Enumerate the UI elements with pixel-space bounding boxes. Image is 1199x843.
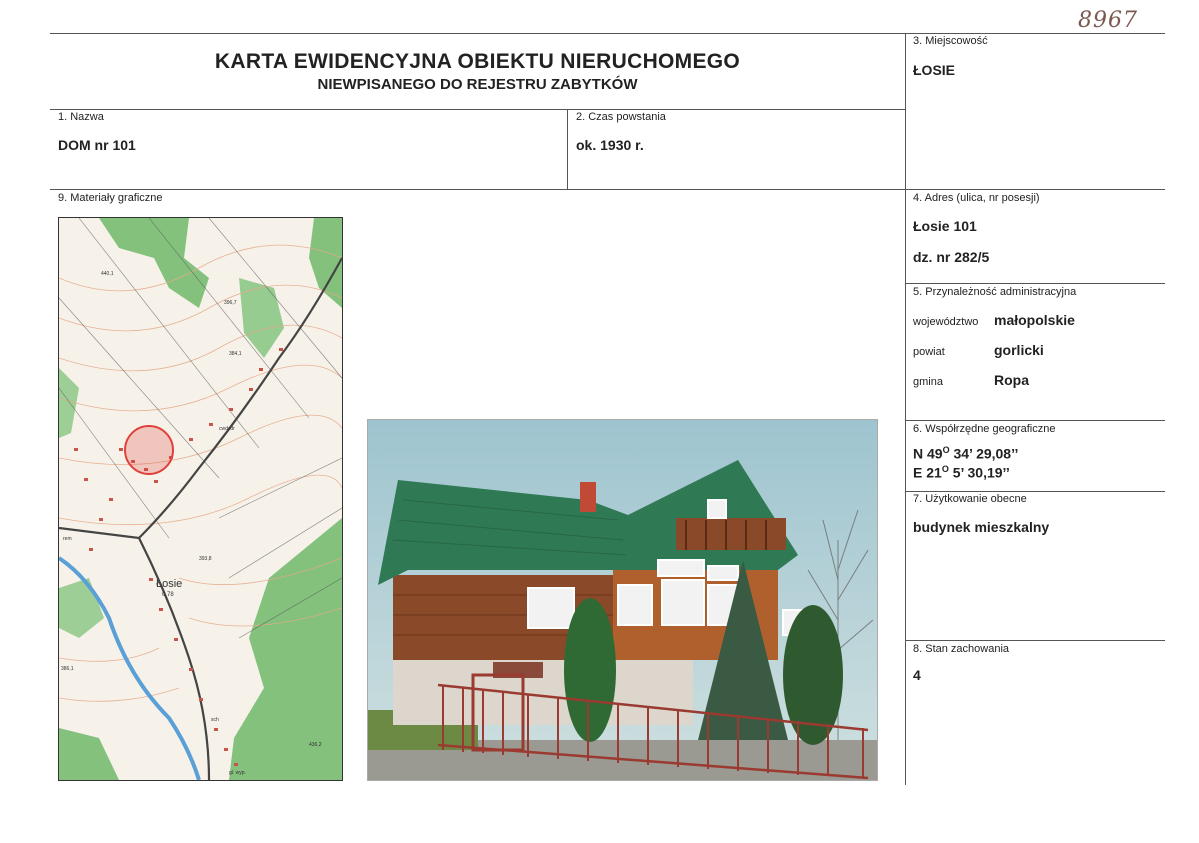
house-photo	[367, 419, 878, 781]
address-line1: Łosie 101	[913, 218, 977, 234]
location-map: Łosie 0,78 440,1 396,7 384,1 393,8 386,1…	[58, 217, 343, 781]
page-title: KARTA EWIDENCYJNA OBIEKTU NIERUCHOMEGO	[214, 50, 741, 73]
divider	[905, 420, 1165, 421]
commune-value: Ropa	[994, 372, 1029, 388]
divider	[50, 109, 905, 110]
map-height-label: 436,2	[309, 742, 322, 748]
condition-label: 8. Stan zachowania	[913, 643, 1010, 655]
map-small-label: rem	[63, 536, 72, 542]
map-height-label: 386,1	[61, 666, 74, 672]
page-subtitle: NIEWPISANEGO DO REJESTRU ZABYTKÓW	[317, 76, 638, 93]
county-label: powiat	[913, 346, 945, 358]
divider	[905, 640, 1165, 641]
admin-label: 5. Przynależność administracyjna	[913, 286, 1077, 298]
map-town-label: Łosie	[156, 578, 182, 590]
map-height-label: 440,1	[101, 271, 114, 277]
coord-east: E 21O 5’ 30,19’’	[913, 464, 1010, 481]
locality-value: ŁOSIE	[913, 62, 956, 78]
top-border	[50, 33, 1165, 34]
archive-number: 8967	[1078, 8, 1138, 33]
map-small-label: cwdzdr	[219, 426, 235, 432]
record-card: 8967 KARTA EWIDENCYJNA OBIEKTU NIERUCHOM…	[0, 0, 1199, 843]
map-height-label: 384,1	[229, 351, 242, 357]
map-small-label: sch	[211, 717, 219, 723]
commune-label: gmina	[913, 376, 943, 388]
locality-label: 3. Miejscowość	[913, 35, 988, 47]
name-value: DOM nr 101	[58, 137, 136, 153]
county-value: gorlicki	[994, 342, 1044, 358]
name-label: 1. Nazwa	[58, 111, 104, 123]
coord-north: N 49O 34’ 29,08’’	[913, 445, 1019, 462]
voivodeship-label: województwo	[913, 316, 979, 328]
coords-label: 6. Współrzędne geograficzne	[913, 423, 1056, 435]
address-label: 4. Adres (ulica, nr posesji)	[913, 192, 1040, 204]
condition-value: 4	[913, 667, 921, 683]
map-small-label: gl. wyp.	[229, 770, 246, 776]
map-town-sub: 0,78	[162, 592, 174, 598]
usage-value: budynek mieszkalny	[913, 519, 1050, 535]
map-height-label: 393,8	[199, 556, 212, 562]
divider	[905, 491, 1165, 492]
column-divider	[567, 109, 568, 189]
usage-label: 7. Użytkowanie obecne	[913, 493, 1027, 505]
divider	[905, 283, 1165, 284]
date-label: 2. Czas powstania	[576, 111, 666, 123]
voivodeship-value: małopolskie	[994, 312, 1075, 328]
graphics-label: 9. Materiały graficzne	[58, 192, 163, 204]
address-line2: dz. nr 282/5	[913, 249, 990, 265]
date-value: ok. 1930 r.	[576, 137, 644, 153]
divider	[50, 189, 1165, 190]
map-height-label: 396,7	[224, 300, 237, 306]
column-divider	[905, 33, 906, 785]
